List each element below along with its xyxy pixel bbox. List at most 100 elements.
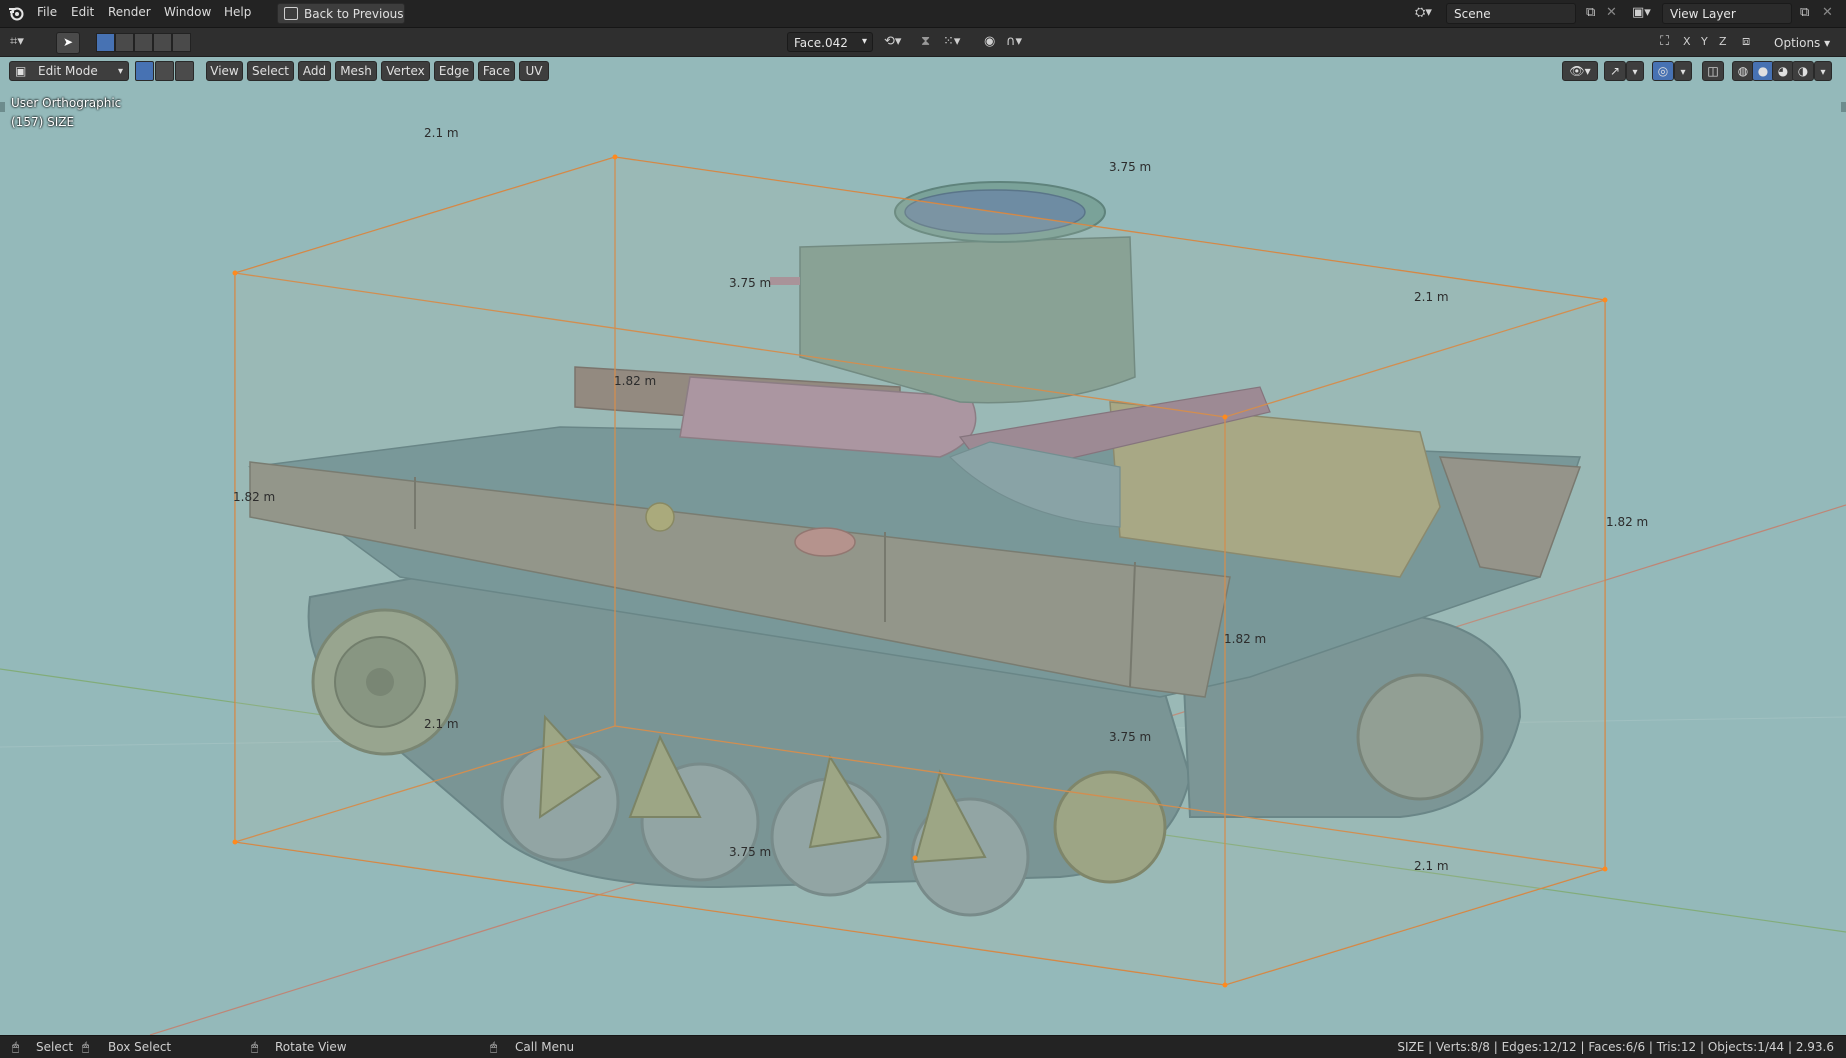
select-mode-invert[interactable] bbox=[153, 33, 172, 52]
dimension-label: 3.75 m bbox=[1109, 730, 1152, 744]
status-box-select: Box Select bbox=[108, 1040, 172, 1054]
menu-render[interactable]: Render bbox=[108, 5, 151, 19]
face-select-mode[interactable] bbox=[175, 61, 194, 81]
mirror-x-toggle[interactable]: X bbox=[1683, 36, 1691, 47]
visibility-dropdown[interactable]: 👁▾ bbox=[1562, 61, 1598, 81]
gizmo-toggle[interactable]: ↗ bbox=[1604, 61, 1626, 81]
menu-select[interactable]: Select bbox=[247, 61, 294, 81]
dimension-label: 1.82 m bbox=[233, 490, 276, 504]
back-to-previous-button[interactable]: Back to Previous bbox=[277, 3, 405, 24]
viewport-canvas[interactable] bbox=[0, 57, 1846, 1035]
top-menu-bar: File Edit Render Window Help Back to Pre… bbox=[0, 0, 1846, 28]
scene-icon[interactable]: ⛭▾ bbox=[1415, 6, 1432, 19]
select-tool-button[interactable]: ➤ bbox=[56, 32, 80, 54]
shading-rendered[interactable]: ◑ bbox=[1792, 61, 1814, 81]
scene-selector[interactable]: Scene bbox=[1446, 3, 1576, 24]
toolbar-toggle-arrow[interactable] bbox=[0, 102, 5, 112]
mouse-left-icon: 🖱 bbox=[12, 1040, 20, 1054]
close-scene-icon[interactable]: ✕ bbox=[1606, 6, 1617, 19]
auto-merge-icon[interactable]: ⧈ bbox=[1742, 35, 1750, 48]
view-layer-icon[interactable]: ▣▾ bbox=[1632, 6, 1651, 19]
rendered-sphere-icon: ◑ bbox=[1797, 64, 1809, 78]
select-mode-intersect[interactable] bbox=[172, 33, 191, 52]
mouse-right-icon: 🖱 bbox=[490, 1040, 498, 1054]
bounding-box-faces bbox=[235, 157, 1605, 985]
mouse-middle-icon: 🖱 bbox=[251, 1040, 259, 1054]
xray-toggle[interactable]: ◫ bbox=[1702, 61, 1724, 81]
gizmo-icon: ↗ bbox=[1609, 64, 1621, 78]
new-scene-icon[interactable]: ⧉ bbox=[1586, 6, 1595, 19]
dimension-label: 3.75 m bbox=[729, 276, 772, 290]
tool-settings-bar: ⌗▾ ➤ Face.042 ▾ ⟲▾ ⧗ ⁙▾ ◉ ∩▾ ⛶ X Y Z ⧈ O… bbox=[0, 28, 1846, 57]
edge-select-mode[interactable] bbox=[155, 61, 174, 81]
select-mode-subtract[interactable] bbox=[134, 33, 153, 52]
dimension-label: 3.75 m bbox=[729, 845, 772, 859]
mirror-z-toggle[interactable]: Z bbox=[1719, 36, 1727, 47]
status-select: Select bbox=[36, 1040, 74, 1054]
chevron-down-icon: ▾ bbox=[1680, 67, 1686, 78]
status-call-menu: Call Menu bbox=[515, 1040, 575, 1054]
menu-face[interactable]: Face bbox=[478, 61, 515, 81]
transform-pivot-icon[interactable]: ⟲▾ bbox=[884, 35, 901, 48]
material-sphere-icon: ◕ bbox=[1777, 64, 1789, 78]
dimension-label: 1.82 m bbox=[1224, 632, 1267, 646]
blender-logo-icon[interactable] bbox=[8, 6, 24, 24]
menu-vertex[interactable]: Vertex bbox=[381, 61, 430, 81]
shading-dropdown[interactable]: ▾ bbox=[1814, 61, 1832, 81]
menu-help[interactable]: Help bbox=[224, 5, 251, 19]
menu-window[interactable]: Window bbox=[164, 5, 211, 19]
dimension-label: 2.1 m bbox=[1414, 290, 1449, 304]
view-layer-selector[interactable]: View Layer bbox=[1662, 3, 1792, 24]
chevron-down-icon: ▾ bbox=[1632, 67, 1638, 78]
xray-icon: ◫ bbox=[1707, 64, 1719, 78]
mirror-icon[interactable]: ⛶ bbox=[1660, 35, 1669, 48]
overlays-toggle[interactable]: ◎ bbox=[1652, 61, 1674, 81]
chevron-down-icon: ▾ bbox=[1820, 67, 1826, 78]
back-icon bbox=[284, 7, 298, 20]
menu-mesh[interactable]: Mesh bbox=[335, 61, 377, 81]
editor-type-icon[interactable]: ⌗▾ bbox=[10, 35, 24, 48]
edit-mode-icon: ▣ bbox=[15, 64, 27, 78]
select-mode-extend[interactable] bbox=[115, 33, 134, 52]
dimension-label: 1.82 m bbox=[614, 374, 657, 388]
solid-sphere-icon: ● bbox=[1757, 64, 1769, 78]
close-view-layer-icon[interactable]: ✕ bbox=[1822, 6, 1833, 19]
menu-add[interactable]: Add bbox=[298, 61, 331, 81]
shading-material[interactable]: ◕ bbox=[1772, 61, 1794, 81]
shading-solid[interactable]: ● bbox=[1752, 61, 1774, 81]
mouse-drag-icon: 🖱 bbox=[82, 1040, 90, 1054]
wireframe-sphere-icon: ◍ bbox=[1737, 64, 1749, 78]
menu-edge[interactable]: Edge bbox=[434, 61, 474, 81]
select-mode-new[interactable] bbox=[96, 33, 115, 52]
menu-file[interactable]: File bbox=[37, 5, 57, 19]
viewport-header: ▣ Edit Mode ▾ View Select Add Mesh Verte… bbox=[0, 57, 1846, 85]
dimension-label: 2.1 m bbox=[424, 717, 459, 731]
overlays-dropdown[interactable]: ▾ bbox=[1674, 61, 1692, 81]
status-bar: 🖱 Select 🖱 Box Select 🖱 Rotate View 🖱 Ca… bbox=[0, 1035, 1846, 1058]
view-projection-label: User Orthographic bbox=[11, 96, 122, 110]
active-face-dropdown[interactable]: Face.042 ▾ bbox=[787, 32, 873, 52]
snap-icon[interactable]: ⧗ bbox=[921, 35, 930, 48]
status-rotate-view: Rotate View bbox=[275, 1040, 347, 1054]
menu-uv[interactable]: UV bbox=[519, 61, 549, 81]
menu-view[interactable]: View bbox=[206, 61, 243, 81]
dimension-label: 2.1 m bbox=[1414, 859, 1449, 873]
chevron-down-icon: ▾ bbox=[861, 36, 867, 47]
chevron-down-icon: ▾ bbox=[117, 66, 123, 77]
falloff-curve-icon[interactable]: ∩▾ bbox=[1006, 35, 1022, 48]
options-dropdown[interactable]: Options ▾ bbox=[1774, 36, 1830, 50]
proportional-editing-icon[interactable]: ◉ bbox=[984, 35, 995, 48]
sidebar-toggle-arrow[interactable] bbox=[1841, 102, 1846, 112]
shading-wireframe[interactable]: ◍ bbox=[1732, 61, 1754, 81]
new-view-layer-icon[interactable]: ⧉ bbox=[1800, 6, 1809, 19]
object-info-label: (157) SIZE bbox=[11, 115, 75, 129]
menu-edit[interactable]: Edit bbox=[71, 5, 94, 19]
cursor-arrow-icon: ➤ bbox=[63, 35, 74, 49]
gizmo-dropdown[interactable]: ▾ bbox=[1626, 61, 1644, 81]
3d-viewport[interactable]: ▣ Edit Mode ▾ View Select Add Mesh Verte… bbox=[0, 57, 1846, 1035]
snap-target-icon[interactable]: ⁙▾ bbox=[943, 35, 960, 48]
mode-dropdown[interactable]: ▣ Edit Mode ▾ bbox=[9, 61, 129, 81]
mirror-y-toggle[interactable]: Y bbox=[1701, 36, 1708, 47]
vertex-select-mode[interactable] bbox=[135, 61, 154, 81]
dimension-label: 3.75 m bbox=[1109, 160, 1152, 174]
